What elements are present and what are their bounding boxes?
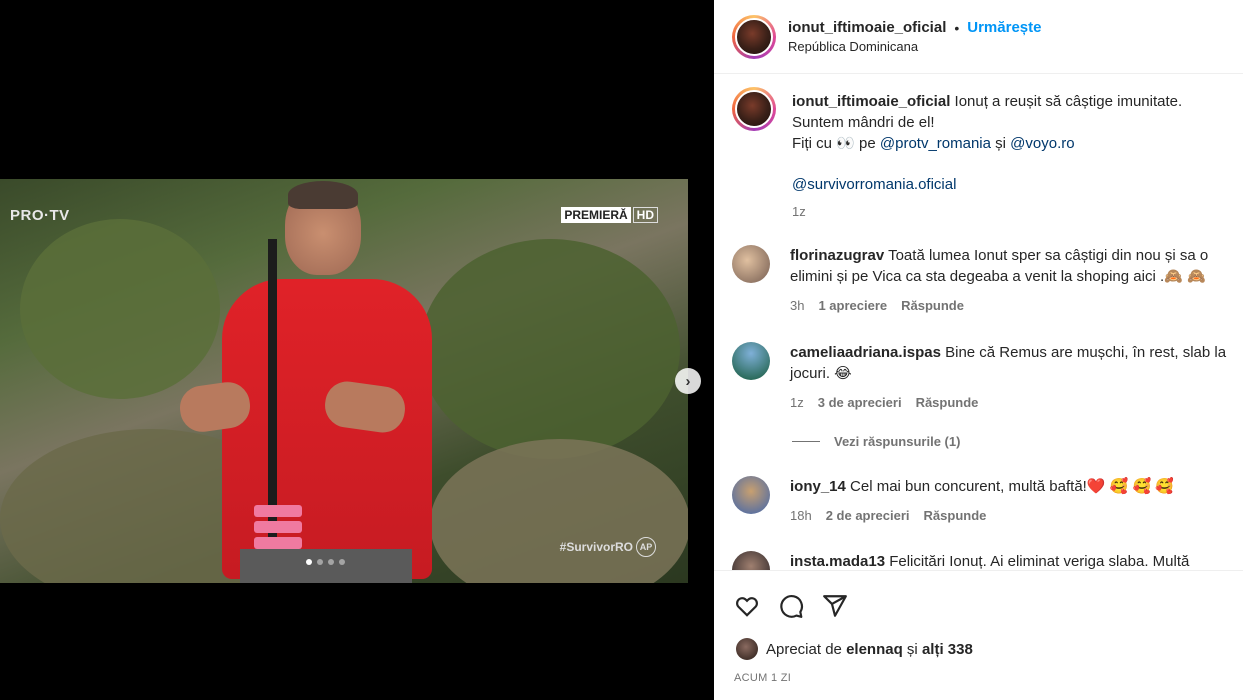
comment-time[interactable]: 18h xyxy=(790,505,812,526)
show-hashtag: #SurvivorRO xyxy=(559,540,633,554)
comment-item: insta.mada13 Felicitări Ionuț. Ai elimin… xyxy=(732,551,1237,570)
person-pants xyxy=(240,549,412,583)
post-header: ionut_iftimoaie_oficial • Urmărește Repú… xyxy=(714,0,1243,74)
instagram-post-view: PRO·TV PREMIERĂ HD #SurvivorRO AP › ionu… xyxy=(0,0,1243,700)
comment-likes[interactable]: 2 de aprecieri xyxy=(826,505,910,526)
caption: ionut_iftimoaie_oficial Ionuț a reușit s… xyxy=(732,87,1237,222)
carousel-dot[interactable] xyxy=(317,559,323,565)
comments-list[interactable]: ionut_iftimoaie_oficial Ionuț a reușit s… xyxy=(714,75,1243,570)
commenter-username[interactable]: cameliaadriana.ispas xyxy=(790,344,941,361)
commenter-avatar[interactable] xyxy=(732,342,770,380)
channel-logo: PRO·TV xyxy=(10,207,70,224)
caption-line1: Ionuț a reușit să câștige imunitate. xyxy=(954,93,1183,110)
media-panel: PRO·TV PREMIERĂ HD #SurvivorRO AP › xyxy=(0,0,714,700)
commenter-avatar[interactable] xyxy=(732,551,770,570)
follow-button[interactable]: Urmărește xyxy=(967,19,1041,36)
foliage xyxy=(420,239,680,459)
person-shirt xyxy=(222,279,432,579)
reply-button[interactable]: Răspunde xyxy=(901,295,964,316)
comment-text: Felicitări Ionuț. Ai eliminat veriga sla… xyxy=(889,553,1190,570)
ap-badge: AP xyxy=(636,537,656,557)
mention-link[interactable]: @protv_romania xyxy=(880,135,991,152)
liker-avatar[interactable] xyxy=(736,638,758,660)
caption-time[interactable]: 1z xyxy=(792,201,806,222)
view-replies-button[interactable]: Vezi răspunsurile (1) xyxy=(792,434,960,449)
comment-item: florinazugrav Toată lumea Ionut sper sa … xyxy=(732,245,1237,316)
separator-dot: • xyxy=(954,19,960,36)
commenter-avatar[interactable] xyxy=(732,245,770,283)
comment-icon[interactable] xyxy=(778,593,804,624)
commenter-username[interactable]: insta.mada13 xyxy=(790,553,885,570)
carousel-dot-active[interactable] xyxy=(306,559,312,565)
mention-link[interactable]: @survivorromania.oficial xyxy=(792,174,1182,195)
weight-plate xyxy=(254,505,302,517)
next-slide-button[interactable]: › xyxy=(675,368,701,394)
post-video[interactable]: PRO·TV PREMIERĂ HD #SurvivorRO AP xyxy=(0,179,688,583)
reply-button[interactable]: Răspunde xyxy=(924,505,987,526)
post-actions: Apreciat de elennaq și alți 338 ACUM 1 Z… xyxy=(714,570,1243,700)
post-location[interactable]: República Dominicana xyxy=(788,39,1041,54)
hd-label: HD xyxy=(632,207,658,223)
weight-plate xyxy=(254,537,302,549)
heart-icon[interactable] xyxy=(734,593,760,624)
carousel-dot[interactable] xyxy=(339,559,345,565)
comment-likes[interactable]: 3 de aprecieri xyxy=(818,392,902,413)
view-replies-label: Vezi răspunsurile (1) xyxy=(834,434,961,449)
chevron-right-icon: › xyxy=(685,372,691,390)
reply-button[interactable]: Răspunde xyxy=(916,392,979,413)
post-side-panel: ionut_iftimoaie_oficial • Urmărește Repú… xyxy=(714,0,1243,700)
comment-item: iony_14 Cel mai bun concurent, multă baf… xyxy=(732,476,1237,526)
carousel-dots xyxy=(306,559,345,565)
likes-middle: și xyxy=(906,640,918,658)
liker-username[interactable]: elennaq xyxy=(846,641,903,658)
share-icon[interactable] xyxy=(822,593,848,624)
premiere-badge: PREMIERĂ HD xyxy=(561,207,658,223)
person-hair xyxy=(288,181,358,209)
carousel-dot[interactable] xyxy=(328,559,334,565)
author-username[interactable]: ionut_iftimoaie_oficial xyxy=(788,19,946,36)
author-avatar[interactable] xyxy=(732,14,776,59)
caption-username[interactable]: ionut_iftimoaie_oficial xyxy=(792,93,950,110)
foliage xyxy=(430,439,688,583)
commenter-avatar[interactable] xyxy=(732,476,770,514)
weight-plate xyxy=(254,521,302,533)
caption-and: și xyxy=(990,135,1011,152)
comment-text: Cel mai bun concurent, multă baftă!❤️ 🥰 … xyxy=(850,478,1175,495)
caption-line2: Suntem mândri de el! xyxy=(792,114,935,131)
likes-summary[interactable]: Apreciat de elennaq și alți 338 xyxy=(714,624,1243,660)
likes-others[interactable]: alți 338 xyxy=(922,641,973,658)
caption-line3-prefix: Fiți cu 👀 pe xyxy=(792,135,880,152)
commenter-username[interactable]: florinazugrav xyxy=(790,247,884,264)
foliage xyxy=(20,219,220,399)
premiere-label: PREMIERĂ xyxy=(561,207,631,223)
comment-time[interactable]: 3h xyxy=(790,295,804,316)
comment-item: cameliaadriana.ispas Bine că Remus are m… xyxy=(732,342,1237,413)
comment-likes[interactable]: 1 apreciere xyxy=(818,295,887,316)
comment-time[interactable]: 1z xyxy=(790,392,804,413)
commenter-username[interactable]: iony_14 xyxy=(790,478,846,495)
post-timestamp[interactable]: ACUM 1 ZI xyxy=(714,660,1243,684)
replies-divider xyxy=(792,441,820,442)
likes-prefix: Apreciat de xyxy=(766,640,842,658)
caption-avatar[interactable] xyxy=(732,87,776,131)
mention-link[interactable]: @voyo.ro xyxy=(1010,135,1074,152)
weight-pole xyxy=(268,239,277,539)
